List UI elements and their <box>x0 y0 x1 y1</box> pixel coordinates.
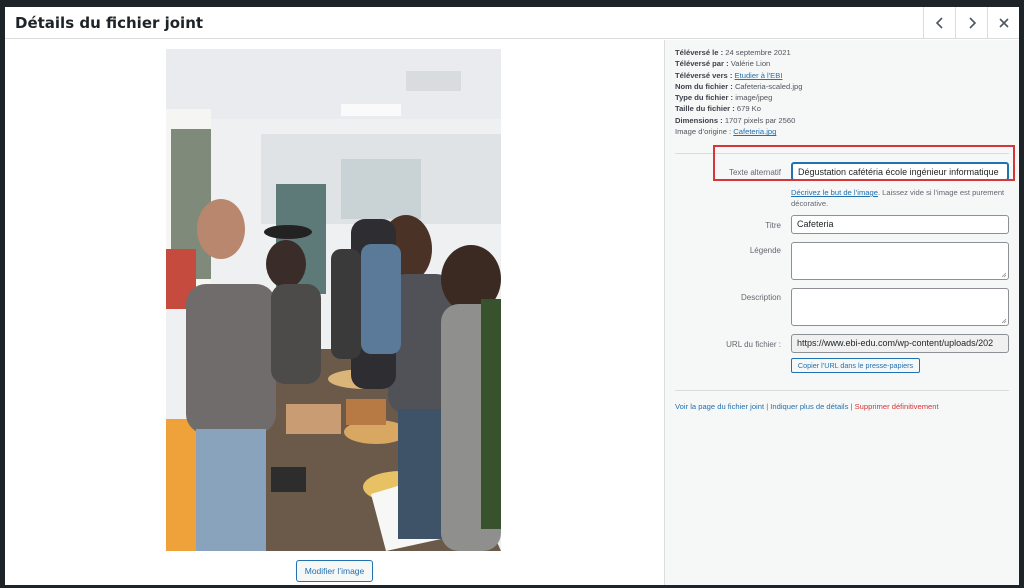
caption-textarea[interactable] <box>791 242 1009 280</box>
resize-grip-icon[interactable] <box>1001 272 1007 278</box>
uploaded-to-row: Téléversé vers : Etudier à l'EBI <box>675 70 783 80</box>
divider <box>675 390 1009 391</box>
view-attachment-page-link[interactable]: Voir la page du fichier joint <box>675 402 764 411</box>
chevron-right-icon <box>968 17 976 29</box>
delete-permanently-link[interactable]: Supprimer définitivement <box>855 402 939 411</box>
dimensions-row: Dimensions : 1707 pixels par 2560 <box>675 115 796 125</box>
original-image-row: Image d’origine : Cafeteria.jpg <box>675 127 777 137</box>
attachment-image <box>166 49 501 551</box>
uploaded-to-link[interactable]: Etudier à l'EBI <box>735 71 783 80</box>
close-button[interactable] <box>987 7 1019 39</box>
chevron-left-icon <box>935 17 943 29</box>
alt-text-highlight-box <box>713 145 1015 181</box>
attachment-details-modal: Détails du fichier joint Modifier l’imag… <box>5 7 1019 585</box>
image-preview-panel: Modifier l’image <box>5 40 663 585</box>
title-label: Titre <box>765 221 781 230</box>
attachment-actions: Voir la page du fichier joint | Indiquer… <box>675 402 939 411</box>
caption-label: Légende <box>749 246 781 255</box>
more-details-link[interactable]: Indiquer plus de détails <box>770 402 848 411</box>
file-details: Téléversé le : 24 septembre 2021 Téléver… <box>675 47 802 137</box>
title-input[interactable]: Cafeteria <box>791 215 1009 234</box>
file-url-input[interactable]: https://www.ebi-edu.com/wp-content/uploa… <box>791 334 1009 353</box>
copy-url-button[interactable]: Copier l’URL dans le presse-papiers <box>791 358 920 373</box>
attachment-info-panel: Téléversé le : 24 septembre 2021 Téléver… <box>664 40 1019 585</box>
modal-header: Détails du fichier joint <box>5 7 1019 39</box>
alt-help-link[interactable]: Décrivez le but de l’image <box>791 188 878 197</box>
uploaded-on-row: Téléversé le : 24 septembre 2021 <box>675 48 791 57</box>
uploaded-by-row: Téléversé par : Valérie Lion <box>675 59 771 69</box>
close-icon <box>998 18 1009 28</box>
modal-title: Détails du fichier joint <box>15 14 204 32</box>
file-url-label: URL du fichier : <box>726 340 781 349</box>
file-size-row: Taille du fichier : 679 Ko <box>675 104 761 114</box>
description-textarea[interactable] <box>791 288 1009 326</box>
file-name-row: Nom du fichier : Cafeteria-scaled.jpg <box>675 81 803 91</box>
file-type-row: Type du fichier : image/jpeg <box>675 93 773 103</box>
edit-image-button[interactable]: Modifier l’image <box>296 560 373 582</box>
resize-grip-icon[interactable] <box>1001 318 1007 324</box>
alt-text-help: Décrivez le but de l’image. Laissez vide… <box>791 188 1005 208</box>
next-button[interactable] <box>955 7 987 39</box>
original-image-link[interactable]: Cafeteria.jpg <box>733 127 776 136</box>
previous-button[interactable] <box>923 7 955 39</box>
description-label: Description <box>740 293 781 302</box>
